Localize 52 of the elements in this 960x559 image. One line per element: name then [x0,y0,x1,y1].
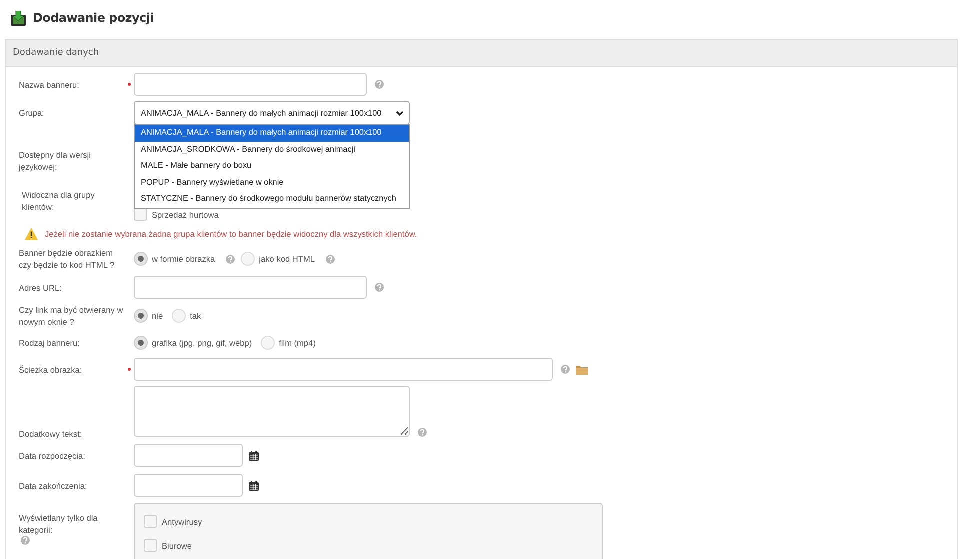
folder-icon [576,364,588,374]
field-label: Data rozpoczęcia: [19,450,86,462]
field-label: Adres URL: [19,282,63,294]
field-label: Nazwa banneru: [19,78,80,90]
chevron-down-icon [396,110,404,116]
warning-icon [25,228,38,240]
radio-label: grafika (jpg, png, gif, webp) [152,338,252,348]
dropdown[interactable]: ANIMACJA_MALA - Bannery do małych animacji rozmiar 100x100 [134,101,410,125]
checkbox-label: Antywirusy [162,516,202,526]
field-label: Grupa: [19,107,46,119]
radio-label: w formie obrazka [152,254,216,264]
date-field[interactable] [134,444,243,467]
radio-button[interactable] [172,309,186,323]
radio-label: nie [152,311,164,321]
radio-label: jako kod HTML [259,254,315,264]
checkbox[interactable] [144,515,157,528]
radio-button[interactable] [261,336,276,350]
checkbox-label: Biurowe [162,540,192,550]
radio-button[interactable] [134,336,148,350]
checkbox[interactable] [134,208,147,221]
field-label: Widoczna dla grupy klientów: [22,189,96,213]
text-field[interactable] [134,276,367,299]
download-box-icon [11,10,26,26]
calendar-icon [249,480,259,490]
text-area[interactable] [134,386,410,437]
page-title: Dodawanie pozycji [33,11,154,25]
radio-label: tak [190,311,202,321]
text-field[interactable] [134,73,367,96]
dropdown-option[interactable]: STATYCZNE - Bannery do środkowego modułu bannerów statycznych [135,191,409,208]
calendar-icon [249,450,259,460]
field-label: Data zakończenia: [19,480,88,492]
dropdown-option[interactable]: MALE - Małe bannery do boxu [135,158,409,175]
checkbox[interactable] [144,539,157,552]
field-label: Ścieżka obrazka: [19,364,84,376]
field-label: Dostępny dla wersji językowej: [19,149,92,173]
panel-header: Dodawanie danych [6,40,957,67]
field-label: Dodatkowy tekst: [19,428,84,440]
radio-label: film (mp4) [279,338,316,348]
warning-message: Jeżeli nie zostanie wybrana żadna grupa klientów to banner będzie widoczny dla wszystkich klientów. [45,229,418,239]
date-field[interactable] [134,474,243,497]
radio-button[interactable] [134,252,148,266]
radio-button[interactable] [241,252,256,266]
radio-button[interactable] [134,309,148,323]
text-field[interactable] [134,358,553,381]
field-label: Wyświetlany tylko dla kategorii: [19,512,125,545]
field-label: Czy link ma być otwierany w nowym oknie ? [19,304,124,328]
dropdown-option[interactable]: ANIMACJA_MALA - Bannery do małych animacji rozmiar 100x100 [135,125,409,142]
field-label: Rodzaj banneru: [19,337,81,349]
dropdown-option[interactable]: POPUP - Bannery wyświetlane w oknie [135,174,409,192]
field-label: Banner będzie obrazkiem czy będzie to kod HTML ? [19,247,116,271]
dropdown-option[interactable]: ANIMACJA_SRODKOWA - Bannery do środkowej animacji [135,142,409,158]
checkbox-label: Sprzedaż hurtowa [152,210,219,220]
